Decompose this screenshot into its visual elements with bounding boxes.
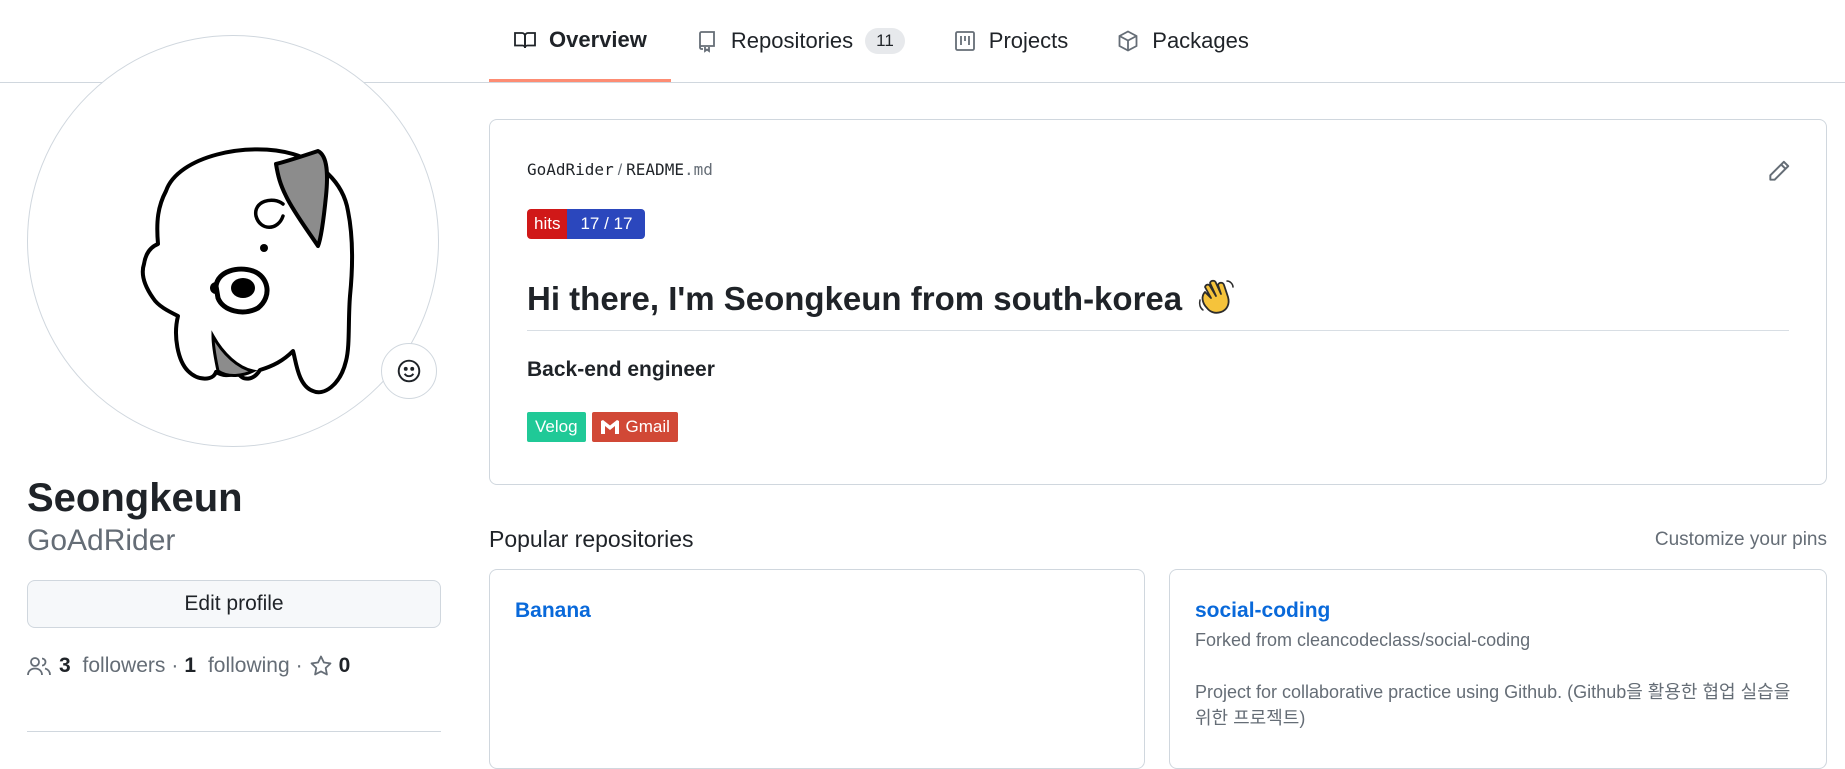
following-link[interactable]: 1 following bbox=[184, 654, 289, 678]
avatar-dog-drawing bbox=[140, 147, 355, 395]
profile-name: Seongkeun bbox=[27, 476, 243, 520]
smiley-icon bbox=[397, 359, 421, 383]
hits-label: hits bbox=[527, 209, 568, 239]
tab-overview-label: Overview bbox=[549, 26, 647, 52]
gmail-badge-label: Gmail bbox=[625, 417, 670, 436]
repo-link-social-coding[interactable]: social-coding bbox=[1195, 599, 1330, 623]
avatar[interactable] bbox=[27, 35, 439, 447]
separator-dot: · bbox=[295, 654, 303, 677]
readme-heading: Hi there, I'm Seongkeun from south-korea bbox=[527, 278, 1789, 331]
pinned-repo-card: Banana bbox=[489, 569, 1145, 769]
repo-link-banana[interactable]: Banana bbox=[515, 599, 591, 623]
readme-file-base[interactable]: README bbox=[626, 160, 684, 179]
pencil-icon[interactable] bbox=[1766, 158, 1792, 184]
tab-packages-label: Packages bbox=[1152, 28, 1249, 53]
tabs: Overview Repositories 11 Projects Packag… bbox=[489, 0, 1273, 82]
people-icon bbox=[27, 657, 51, 676]
readme-subtitle: Back-end engineer bbox=[527, 358, 715, 381]
followers-count: 3 bbox=[59, 654, 71, 677]
separator-dot: · bbox=[171, 654, 179, 677]
readme-file-ext: .md bbox=[683, 160, 713, 179]
following-count: 1 bbox=[184, 654, 197, 677]
tab-repositories[interactable]: Repositories 11 bbox=[671, 0, 929, 82]
hits-badge: hits 17 / 17 bbox=[527, 209, 646, 239]
tab-packages[interactable]: Packages bbox=[1092, 0, 1273, 82]
tab-overview[interactable]: Overview bbox=[489, 0, 671, 82]
contact-badges: Velog Gmail bbox=[527, 412, 678, 442]
tab-projects-label: Projects bbox=[988, 28, 1069, 53]
gmail-icon bbox=[600, 420, 619, 434]
sidebar-divider bbox=[27, 731, 441, 732]
profile-login: GoAdRider bbox=[27, 524, 176, 557]
repositories-count-badge: 11 bbox=[865, 28, 905, 54]
star-icon bbox=[310, 655, 332, 676]
followers-link[interactable]: 3 followers bbox=[59, 654, 165, 678]
following-label: following bbox=[207, 654, 290, 677]
forked-from-text: Forked from cleancodeclass/social-coding bbox=[1195, 630, 1531, 650]
readme-card: GoAdRider / README.md hits 17 / 17 Hi ther… bbox=[489, 119, 1827, 485]
set-status-button[interactable] bbox=[381, 343, 437, 399]
popular-repositories-title: Popular repositories bbox=[489, 526, 694, 552]
package-icon bbox=[1118, 30, 1138, 52]
readme-path: GoAdRider / README.md bbox=[527, 160, 713, 180]
gmail-badge[interactable]: Gmail bbox=[591, 412, 678, 442]
stars-link[interactable]: 0 bbox=[309, 654, 351, 678]
waving-hand-icon bbox=[1199, 279, 1235, 314]
project-icon bbox=[954, 31, 975, 51]
stars-count: 0 bbox=[338, 654, 351, 677]
path-separator: / bbox=[617, 162, 623, 179]
pinned-repo-card: social-coding Forked from cleancodeclass… bbox=[1169, 569, 1827, 769]
edit-profile-button[interactable]: Edit profile bbox=[27, 580, 441, 628]
book-icon bbox=[514, 31, 536, 48]
customize-pins-link[interactable]: Customize your pins bbox=[1655, 529, 1827, 551]
follow-stats: 3 followers · 1 following · 0 bbox=[27, 654, 350, 678]
velog-badge[interactable]: Velog bbox=[527, 412, 586, 442]
followers-label: followers bbox=[82, 654, 166, 677]
hits-value: 17 / 17 bbox=[567, 209, 646, 239]
tab-projects[interactable]: Projects bbox=[929, 0, 1092, 82]
repo-description: Project for collaborative practice using… bbox=[1195, 682, 1791, 728]
repo-icon bbox=[698, 31, 715, 53]
tab-repositories-label: Repositories bbox=[730, 28, 854, 53]
readme-owner-link[interactable]: GoAdRider bbox=[527, 160, 614, 179]
readme-heading-text: Hi there, I'm Seongkeun from south-korea bbox=[527, 280, 1183, 317]
